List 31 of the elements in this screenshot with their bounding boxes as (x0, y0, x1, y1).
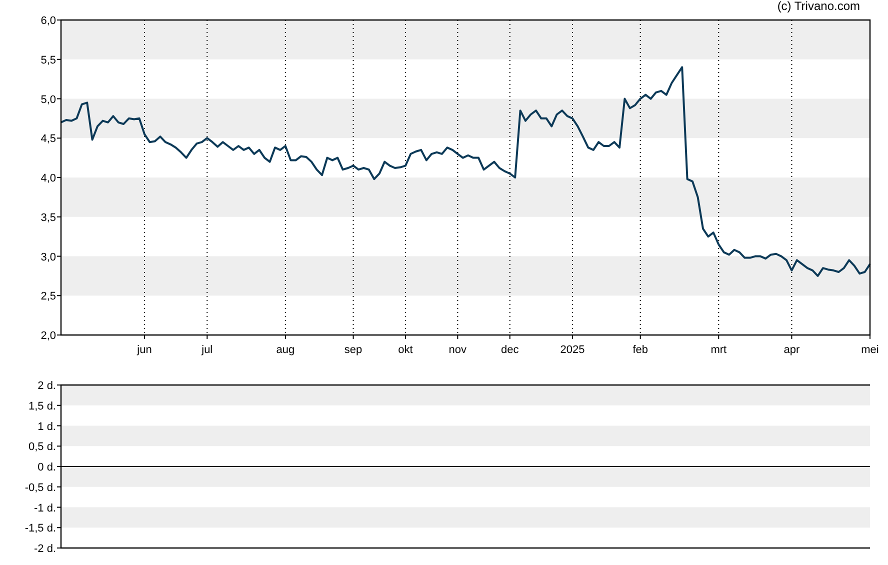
copyright-credit: (c) Trivano.com (777, 0, 860, 12)
axis-label: 4,5 (40, 133, 56, 146)
axis-label: 3,0 (40, 251, 56, 264)
axis-label: 5,0 (40, 94, 56, 106)
axis-label: sep (344, 344, 362, 356)
axis-label: 2,5 (40, 290, 56, 303)
axis-label: 1 d. (38, 420, 56, 433)
axis-label: mrt (710, 344, 727, 356)
axis-label: jul (202, 344, 213, 356)
axis-label: okt (398, 344, 413, 356)
axis-label: 5,5 (40, 54, 56, 66)
axis-label: aug (276, 344, 295, 356)
axis-label: -1 d. (34, 502, 56, 514)
axis-label: apr (784, 344, 800, 356)
axis-label: 2025 (560, 344, 585, 356)
axis-label: 2 d. (38, 380, 56, 392)
axis-label: dec (501, 344, 519, 356)
axis-label: 0,5 d. (28, 441, 56, 454)
axis-label: 0 d. (38, 462, 56, 474)
axis-label: 2,0 (40, 330, 56, 342)
axis-label: 1,5 d. (28, 400, 56, 412)
axis-label: mei (861, 344, 879, 356)
axis-label: -0,5 d. (24, 482, 56, 494)
axis-label: feb (632, 344, 648, 356)
axis-label: -1,5 d. (24, 522, 56, 535)
axis-label: 3,5 (40, 212, 56, 224)
axis-label: -2 d. (34, 543, 56, 555)
axis-label: 4,0 (40, 172, 56, 184)
axis-label: jun (137, 344, 152, 356)
axis-label: nov (448, 344, 467, 356)
axis-label: 6,0 (40, 15, 56, 27)
